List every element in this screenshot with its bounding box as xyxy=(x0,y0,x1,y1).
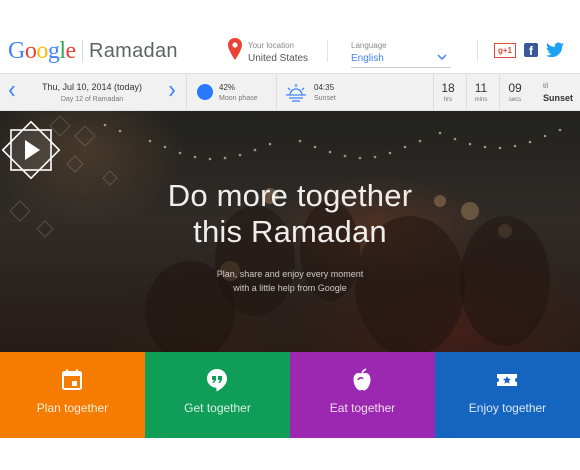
google-plus-button[interactable]: g+1 xyxy=(494,43,516,58)
countdown-minutes-unit: mins xyxy=(474,97,488,103)
tile-eat-together[interactable]: Eat together xyxy=(290,352,435,438)
ticket-icon xyxy=(497,374,517,386)
sunset-time: 04:35 xyxy=(314,83,335,92)
language-label: Language xyxy=(351,41,387,50)
tile-label: Plan together xyxy=(36,401,109,415)
ramadan-day: Day 12 of Ramadan xyxy=(60,96,124,103)
tile-get-together[interactable]: Get together xyxy=(145,352,290,438)
location-pin-icon xyxy=(228,38,242,60)
tile-plan-together[interactable]: Plan together xyxy=(0,352,145,438)
chevron-left-icon[interactable] xyxy=(8,85,16,97)
tile-label: Enjoy together xyxy=(468,401,547,415)
countdown-hours-unit: hrs xyxy=(443,97,453,103)
location-label: Your location xyxy=(248,41,294,50)
logo-letter: o xyxy=(24,38,37,64)
hero-video[interactable]: Do more together this Ramadan Plan, shar… xyxy=(0,111,580,352)
hangouts-icon xyxy=(207,369,227,392)
apple-icon xyxy=(353,368,371,391)
countdown-minutes: 11 xyxy=(474,81,488,95)
play-icon[interactable] xyxy=(0,119,62,181)
language-select[interactable]: English xyxy=(351,53,384,64)
site-header: Google Ramadan Your location United Stat… xyxy=(0,0,580,73)
calendar-icon xyxy=(62,369,82,390)
brand-name: Ramadan xyxy=(89,40,178,62)
current-date: Thu, Jul 10, 2014 (today) xyxy=(41,82,143,92)
chevron-down-icon[interactable] xyxy=(437,53,447,61)
moon-phase-label: Moon phase xyxy=(219,95,258,102)
countdown-seconds: 09 xyxy=(508,81,522,95)
countdown-hours: 18 xyxy=(441,81,455,95)
moon-phase-percent: 42% xyxy=(219,83,236,92)
hero-subtitle-line: Plan, share and enjoy every moment xyxy=(216,269,364,279)
moon-phase-icon xyxy=(197,84,213,100)
sunset-label: Sunset xyxy=(314,95,336,102)
divider xyxy=(276,74,277,110)
hero-subtitle: Plan, share and enjoy every moment with … xyxy=(160,267,420,295)
divider xyxy=(186,74,187,110)
chevron-right-icon[interactable] xyxy=(168,85,176,97)
countdown-target: Sunset xyxy=(543,93,574,103)
countdown-seconds-unit: secs xyxy=(508,97,522,103)
info-bar: Thu, Jul 10, 2014 (today) Day 12 of Rama… xyxy=(0,73,580,111)
hero-title: Do more together this Ramadan xyxy=(120,178,460,250)
hero-title-line: Do more together xyxy=(167,178,413,213)
sunset-icon xyxy=(286,84,306,102)
hero-subtitle-line: with a little help from Google xyxy=(233,283,347,293)
tile-enjoy-together[interactable]: Enjoy together xyxy=(435,352,580,438)
google-logo[interactable]: Google xyxy=(8,38,76,65)
divider xyxy=(477,40,478,62)
countdown-target-label: til xyxy=(543,83,549,90)
facebook-button[interactable]: f xyxy=(524,43,538,57)
twitter-icon[interactable] xyxy=(546,42,564,58)
hero-title-line: this Ramadan xyxy=(193,214,387,249)
brand-divider xyxy=(82,40,83,62)
logo-letter: e xyxy=(65,38,77,64)
divider xyxy=(327,40,328,62)
logo-letter: G xyxy=(8,38,25,64)
logo-letter: g xyxy=(47,38,60,64)
tile-label: Eat together xyxy=(329,401,396,415)
location-value[interactable]: United States xyxy=(248,53,308,64)
tile-label: Get together xyxy=(184,401,251,415)
logo-letter: o xyxy=(36,38,48,64)
language-underline xyxy=(351,67,451,68)
